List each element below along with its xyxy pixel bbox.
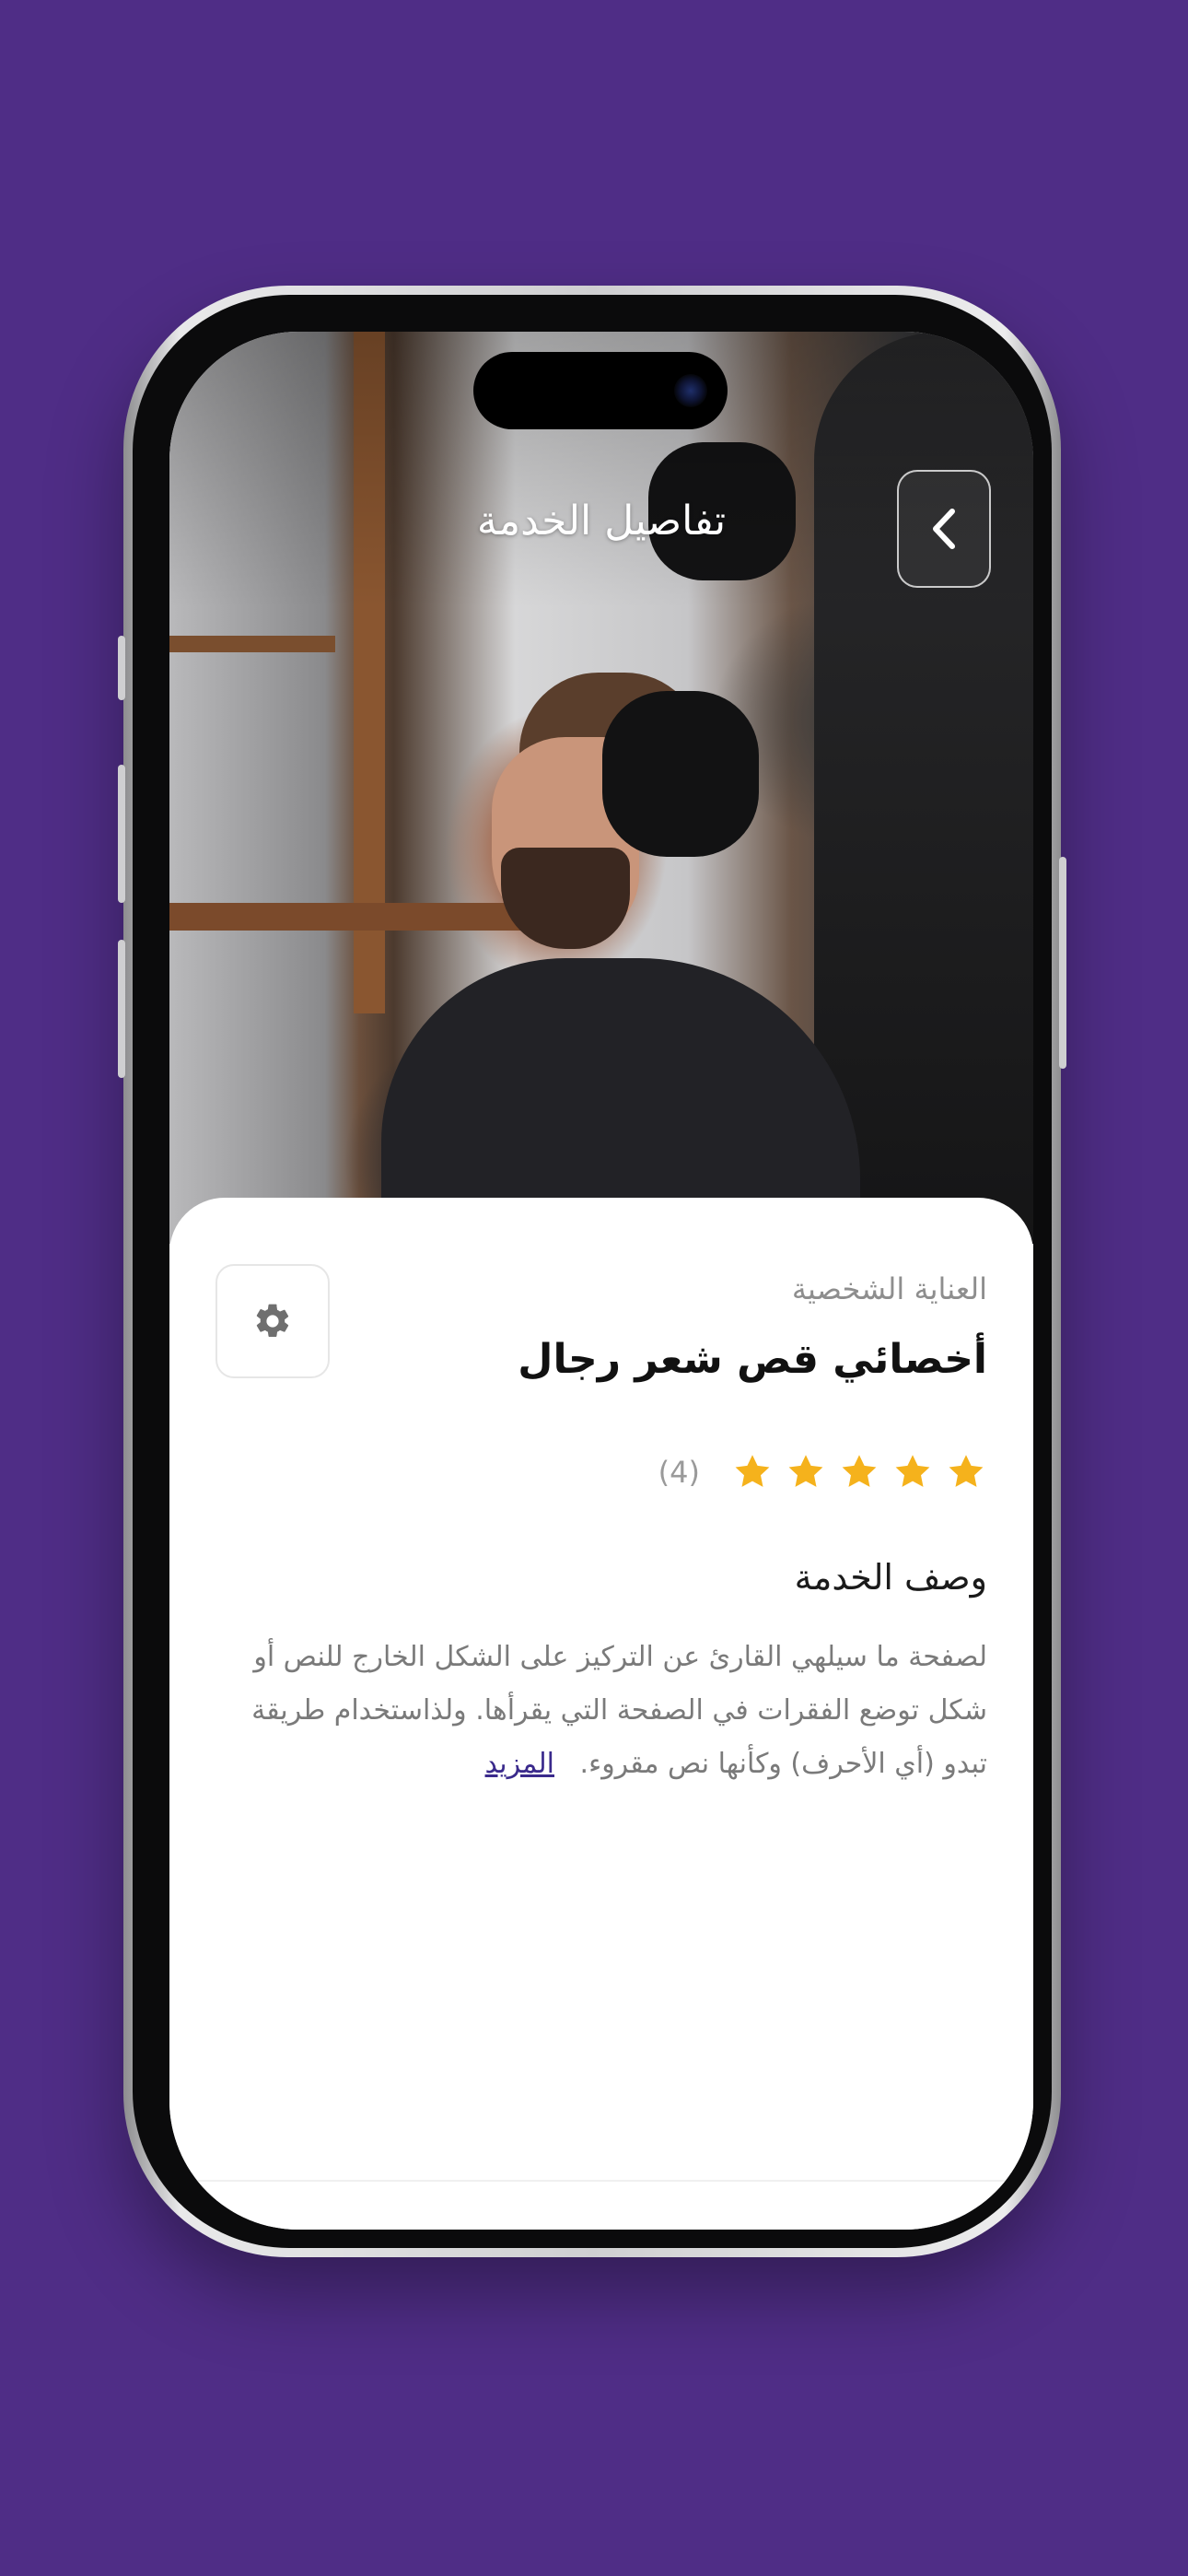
back-button[interactable] [897,470,991,588]
service-category: العناية الشخصية [791,1271,987,1306]
description-body: لصفحة ما سيلهي القارئ عن التركيز على الش… [251,1641,987,1780]
chevron-left-icon [933,509,955,549]
settings-button[interactable] [215,1264,330,1378]
rating-row: (4) [658,1445,987,1500]
star-icon [785,1451,827,1493]
star-icon [891,1451,934,1493]
service-details-sheet: العناية الشخصية أخصائي قص شعر رجال (4) و… [169,1198,1033,2230]
gear-icon [256,1304,289,1338]
service-hero-image [169,332,1033,1253]
phone-frame: تفاصيل الخدمة العناية الشخصية أخصائي قص … [118,286,1066,2257]
description-text: لصفحة ما سيلهي القارئ عن التركيز على الش… [214,1631,987,1791]
divider [169,2180,1033,2182]
rating-count: (4) [658,1455,700,1490]
phone-bezel: تفاصيل الخدمة العناية الشخصية أخصائي قص … [133,295,1052,2248]
read-more-link[interactable]: المزيد [485,1748,554,1780]
star-icon [945,1451,987,1493]
star-icon [838,1451,880,1493]
dynamic-island [473,352,728,429]
description-heading: وصف الخدمة [794,1557,987,1598]
service-name: أخصائي قص شعر رجال [518,1336,987,1383]
app-screen: تفاصيل الخدمة العناية الشخصية أخصائي قص … [169,332,1033,2230]
camera-icon [674,374,707,407]
star-icon [731,1451,774,1493]
